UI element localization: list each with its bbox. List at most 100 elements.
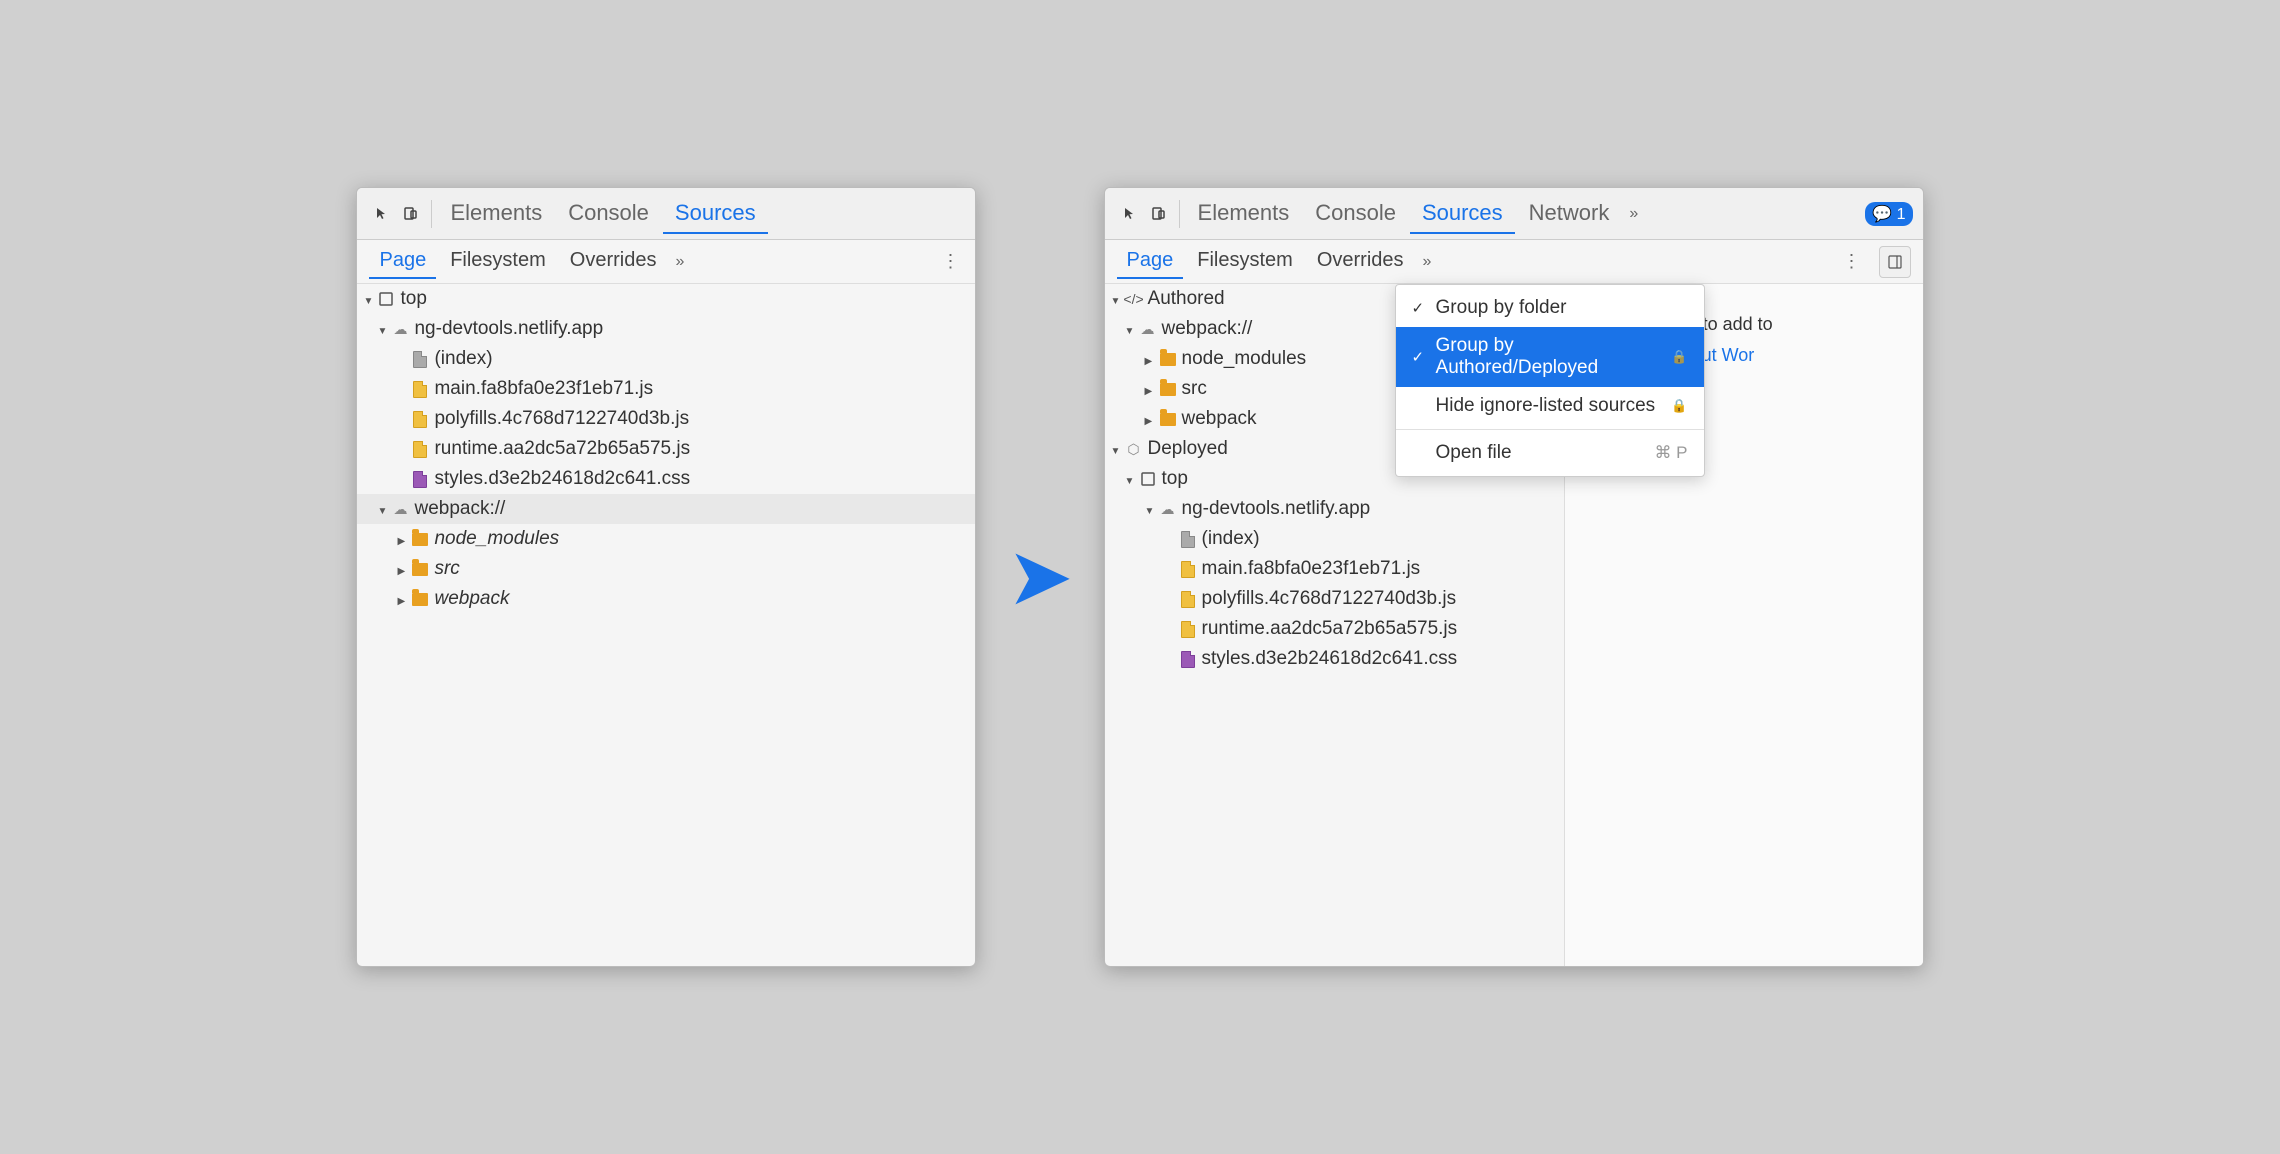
tree-item-index[interactable]: (index) (357, 344, 975, 374)
r-arrow-top (1125, 472, 1139, 487)
r-tab-network[interactable]: Network (1517, 194, 1622, 234)
r-label-polyfills: polyfills.4c768d7122740d3b.js (1202, 588, 1457, 610)
main-container: Elements Console Sources Page Filesystem… (356, 187, 1923, 967)
r-tree-runtime[interactable]: runtime.aa2dc5a72b65a575.js (1105, 614, 1564, 644)
label-webpack: webpack:// (414, 498, 505, 520)
cursor-icon[interactable] (367, 200, 395, 228)
tree-item-webpack[interactable]: ☁ webpack:// (357, 494, 975, 524)
code-icon-authored: </> (1125, 290, 1143, 308)
sub-tab-filesystem[interactable]: Filesystem (440, 244, 556, 279)
panel-toggle-button[interactable] (1879, 246, 1911, 278)
r-sub-tab-page[interactable]: Page (1117, 244, 1184, 279)
r-js-runtime (1179, 620, 1197, 638)
cube-icon: ⬡ (1125, 440, 1143, 458)
r-arrow-webpack-f (1145, 412, 1159, 427)
r-tree-main[interactable]: main.fa8bfa0e23f1eb71.js (1105, 554, 1564, 584)
device-icon[interactable] (397, 200, 425, 228)
arrow-node-modules (397, 532, 411, 547)
css-icon (411, 470, 429, 488)
arrow-deployed (1111, 442, 1125, 457)
r-css-styles (1179, 650, 1197, 668)
tree-item-top[interactable]: top (357, 284, 975, 314)
r-more-tabs[interactable]: » (1623, 201, 1644, 227)
lock-icon-hide: 🔒 (1671, 398, 1687, 414)
check-group-folder: ✓ (1412, 299, 1428, 317)
r-label-webpack-folder: webpack (1182, 408, 1257, 430)
r-cloud-icon: ☁ (1139, 320, 1157, 338)
r-label-top: top (1162, 468, 1188, 490)
folder-icon-src (411, 560, 429, 578)
sub-more-icon[interactable]: » (670, 251, 689, 273)
r-js-main (1179, 560, 1197, 578)
label-polyfills: polyfills.4c768d7122740d3b.js (434, 408, 689, 430)
r-cursor-icon[interactable] (1115, 200, 1143, 228)
check-group-authored: ✓ (1412, 348, 1428, 366)
label-src: src (434, 558, 459, 580)
label-styles: styles.d3e2b24618d2c641.css (434, 468, 690, 490)
r-square-top (1139, 470, 1157, 488)
tree-item-src[interactable]: src (357, 554, 975, 584)
tree-item-main[interactable]: main.fa8bfa0e23f1eb71.js (357, 374, 975, 404)
r-tab-elements[interactable]: Elements (1186, 194, 1302, 234)
ctx-label-group-authored: Group by Authored/Deployed (1436, 335, 1664, 379)
direction-arrow: ➤ (1006, 537, 1073, 617)
r-sub-menu-button[interactable]: ⋮ (1839, 247, 1865, 276)
right-devtools-panel: Elements Console Sources Network » 💬 1 P… (1104, 187, 1924, 967)
r-arrow-src (1145, 382, 1159, 397)
r-tree-polyfills[interactable]: polyfills.4c768d7122740d3b.js (1105, 584, 1564, 614)
notification-badge: 💬 1 (1865, 202, 1912, 226)
r-sub-tab-filesystem[interactable]: Filesystem (1187, 244, 1303, 279)
tree-item-runtime[interactable]: runtime.aa2dc5a72b65a575.js (357, 434, 975, 464)
tab-elements[interactable]: Elements (438, 194, 554, 234)
folder-icon-node (411, 530, 429, 548)
tree-item-webpack-folder[interactable]: webpack (357, 584, 975, 614)
r-cloud-netlify: ☁ (1159, 500, 1177, 518)
ctx-separator (1396, 429, 1704, 430)
shortcut-open-file: ⌘ P (1654, 443, 1687, 463)
context-menu-box: ✓ Group by folder ✓ Group by Authored/De… (1395, 284, 1705, 477)
r-label-index: (index) (1202, 528, 1260, 550)
arrow-webpack-folder (397, 592, 411, 607)
r-tree-netlify[interactable]: ☁ ng-devtools.netlify.app (1105, 494, 1564, 524)
r-sub-more-icon[interactable]: » (1418, 251, 1437, 273)
tab-sources[interactable]: Sources (663, 194, 768, 234)
folder-icon-webpack (411, 590, 429, 608)
sub-tab-overrides[interactable]: Overrides (560, 244, 667, 279)
r-arrow-webpack (1125, 322, 1139, 337)
left-tree-area: top ☁ ng-devtools.netlify.app (index) ma… (357, 284, 975, 967)
r-tab-sources[interactable]: Sources (1410, 194, 1515, 234)
r-tab-console[interactable]: Console (1303, 194, 1408, 234)
label-netlify: ng-devtools.netlify.app (414, 318, 603, 340)
lock-icon-authored: 🔒 (1671, 349, 1687, 365)
cloud-icon-webpack: ☁ (391, 500, 409, 518)
js-icon-runtime (411, 440, 429, 458)
r-side-button[interactable] (1879, 246, 1911, 278)
sub-menu-button[interactable]: ⋮ (937, 247, 963, 276)
r-tree-styles[interactable]: styles.d3e2b24618d2c641.css (1105, 644, 1564, 674)
label-runtime: runtime.aa2dc5a72b65a575.js (434, 438, 690, 460)
label-deployed: Deployed (1148, 438, 1228, 460)
r-sub-tab-overrides[interactable]: Overrides (1307, 244, 1414, 279)
r-device-icon[interactable] (1145, 200, 1173, 228)
arrow-netlify (377, 322, 391, 337)
ctx-group-by-folder[interactable]: ✓ Group by folder (1396, 289, 1704, 327)
tab-console[interactable]: Console (556, 194, 661, 234)
toolbar-separator (431, 200, 432, 228)
ctx-open-file[interactable]: Open file ⌘ P (1396, 434, 1704, 472)
sub-tab-page[interactable]: Page (369, 244, 436, 279)
tree-item-netlify[interactable]: ☁ ng-devtools.netlify.app (357, 314, 975, 344)
label-authored: Authored (1148, 288, 1225, 310)
ctx-label-group-folder: Group by folder (1436, 297, 1688, 319)
ctx-hide-ignore[interactable]: Hide ignore-listed sources 🔒 (1396, 387, 1704, 425)
arrow-webpack (377, 502, 391, 517)
r-tree-index[interactable]: (index) (1105, 524, 1564, 554)
r-label-node: node_modules (1182, 348, 1307, 370)
ctx-group-authored-deployed[interactable]: ✓ Group by Authored/Deployed 🔒 (1396, 327, 1704, 387)
tree-item-styles[interactable]: styles.d3e2b24618d2c641.css (357, 464, 975, 494)
tree-item-polyfills[interactable]: polyfills.4c768d7122740d3b.js (357, 404, 975, 434)
label-webpack-folder: webpack (434, 588, 509, 610)
tree-item-node-modules[interactable]: node_modules (357, 524, 975, 554)
ctx-label-hide-ignore: Hide ignore-listed sources (1436, 395, 1664, 417)
left-sub-toolbar: Page Filesystem Overrides » ⋮ (357, 240, 975, 284)
r-label-runtime: runtime.aa2dc5a72b65a575.js (1202, 618, 1458, 640)
